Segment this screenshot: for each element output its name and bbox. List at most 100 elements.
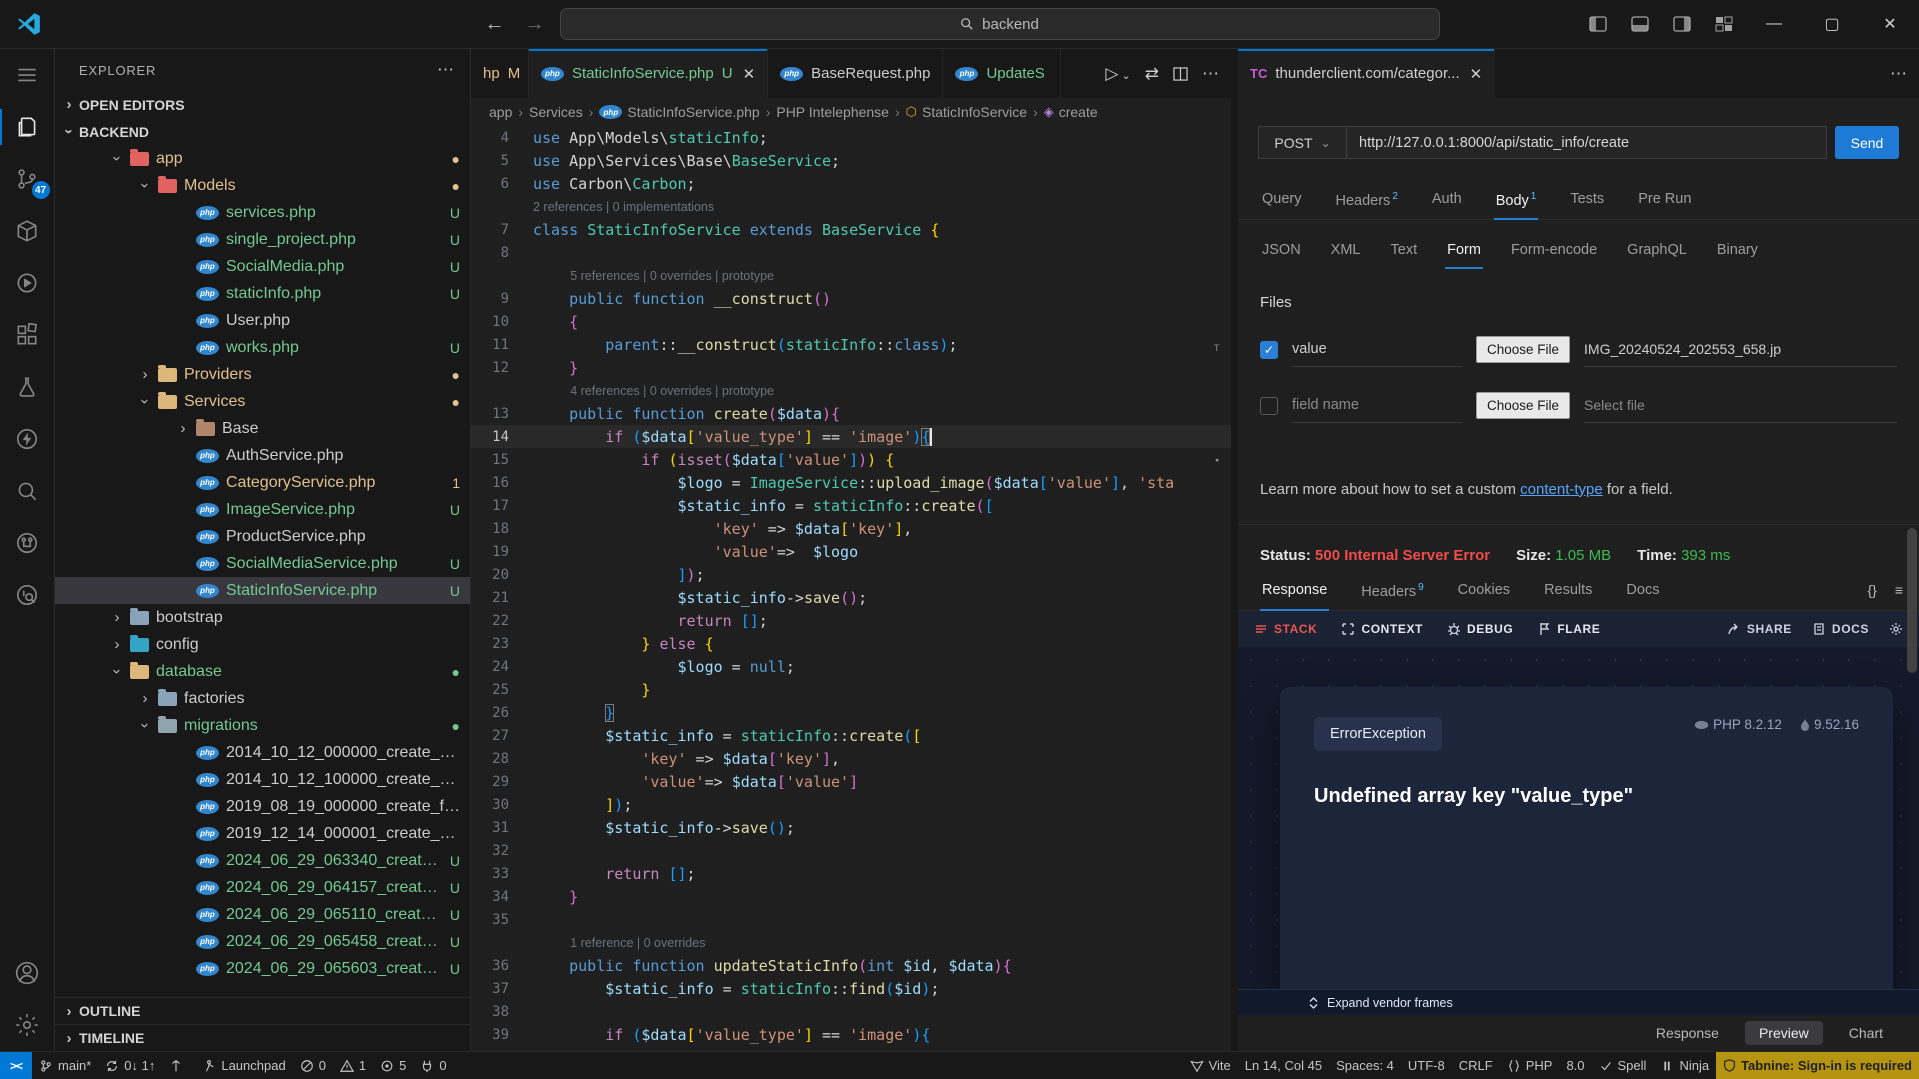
section-project[interactable]: ›BACKEND	[55, 118, 470, 145]
status-remote-><[interactable]: ><	[0, 1052, 32, 1079]
ignition-context[interactable]: CONTEXT	[1341, 622, 1423, 636]
code-line-30[interactable]: 30 ]);	[471, 793, 1231, 816]
ignition-stack[interactable]: STACK	[1254, 622, 1317, 636]
preview-tab-preview[interactable]: Preview	[1745, 1021, 1823, 1045]
section-outline[interactable]: ›OUTLINE	[55, 997, 470, 1024]
tab-updates[interactable]: phpUpdateS	[943, 49, 1061, 98]
code-line-7[interactable]: 7class StaticInfoService extends BaseSer…	[471, 218, 1231, 241]
tab-baserequest-php[interactable]: phpBaseRequest.php	[768, 49, 943, 98]
tree-folder-migrations[interactable]: ›migrations●	[55, 712, 470, 739]
code-line-16[interactable]: 16 $logo = ImageService::upload_image($d…	[471, 471, 1231, 494]
field-name-input[interactable]: field name	[1292, 389, 1462, 423]
tree-folder-app[interactable]: ›app●	[55, 145, 470, 172]
code-line-39[interactable]: 39 if ($data['value_type'] == 'image'){	[471, 1023, 1231, 1046]
ignition-gear-icon[interactable]	[1889, 622, 1903, 636]
status-shield-tabnine[interactable]: Tabnine: Sign-in is required	[1716, 1052, 1919, 1079]
status-branch-main*[interactable]: main*	[32, 1052, 98, 1079]
code-line-5[interactable]: 5use App\Services\Base\BaseService;	[471, 149, 1231, 172]
choose-file-button[interactable]: Choose File	[1476, 336, 1570, 363]
tree-file-single-project-php[interactable]: phpsingle_project.phpU	[55, 226, 470, 253]
code-line-36[interactable]: 36 public function updateStaticInfo(int …	[471, 954, 1231, 977]
breadcrumb-item[interactable]: ⬡StaticInfoService	[906, 104, 1027, 120]
tc-tab-close-icon[interactable]: ✕	[1470, 65, 1483, 83]
ignition-debug[interactable]: DEBUG	[1447, 622, 1513, 636]
ignition-flare[interactable]: FLARE	[1537, 622, 1600, 636]
code-line-29[interactable]: 29 'value'=> $data['value']	[471, 770, 1231, 793]
breadcrumb-item[interactable]: Services	[529, 104, 583, 120]
status-item-utf-8[interactable]: UTF-8	[1401, 1052, 1452, 1079]
code-line-38[interactable]: 38	[471, 1000, 1231, 1023]
code-line-18[interactable]: 18 'key' => $data['key'],	[471, 517, 1231, 540]
tree-file-socialmedia-php[interactable]: phpSocialMedia.phpU	[55, 253, 470, 280]
code-line-17[interactable]: 17 $static_info = staticInfo::create([	[471, 494, 1231, 517]
editor-more-icon[interactable]: ⋯	[1202, 64, 1219, 84]
tree-file-works-php[interactable]: phpworks.phpU	[55, 334, 470, 361]
tree-file-staticinfoservice-php[interactable]: phpStaticInfoService.phpU	[55, 577, 470, 604]
code-line-23[interactable]: 23 } else {	[471, 632, 1231, 655]
req-tab-auth[interactable]: Auth	[1430, 183, 1464, 219]
send-button[interactable]: Send	[1835, 126, 1899, 159]
code-line-28[interactable]: 28 'key' => $data['key'],	[471, 747, 1231, 770]
expand-vendor-frames[interactable]: Expand vendor frames	[1238, 989, 1919, 1015]
preview-tab-response[interactable]: Response	[1656, 1025, 1719, 1041]
tree-folder-models[interactable]: ›Models●	[55, 172, 470, 199]
req-tab-query[interactable]: Query	[1260, 183, 1304, 219]
code-line-26[interactable]: 26 }	[471, 701, 1231, 724]
code-line-22[interactable]: 22 return [];	[471, 609, 1231, 632]
activity-extensions-icon[interactable]	[0, 309, 55, 361]
res-tab-cookies[interactable]: Cookies	[1456, 574, 1512, 610]
tree-folder-bootstrap[interactable]: ›bootstrap	[55, 604, 470, 631]
status-braces-php[interactable]: PHP	[1500, 1052, 1560, 1079]
code-line-4[interactable]: 4use App\Models\staticInfo;	[471, 126, 1231, 149]
activity-thunder-client-icon[interactable]	[0, 413, 55, 465]
req-tab-headers[interactable]: Headers2	[1334, 183, 1400, 219]
activity-package-icon[interactable]	[0, 205, 55, 257]
tree-folder-providers[interactable]: ›Providers●	[55, 361, 470, 388]
code-line-10[interactable]: 10 {	[471, 310, 1231, 333]
tree-file-2014-10-12-100000-create-password-res-[interactable]: php2014_10_12_100000_create_password_res…	[55, 766, 470, 793]
split-editor-icon[interactable]	[1173, 67, 1188, 81]
activity-beaker-icon[interactable]	[0, 361, 55, 413]
activity-menu-icon[interactable]	[0, 49, 55, 101]
status-item-crlf[interactable]: CRLF	[1452, 1052, 1500, 1079]
code-line-25[interactable]: 25 }	[471, 678, 1231, 701]
tab-staticinfoservice-php[interactable]: phpStaticInfoService.phpU✕	[529, 49, 768, 98]
body-tab-form[interactable]: Form	[1445, 234, 1483, 268]
req-tab-body[interactable]: Body1	[1494, 183, 1539, 219]
code-inlay-hint[interactable]: 5 references | 0 overrides | prototype	[471, 264, 1231, 287]
tree-file-2024-06-29-065458-create-infos-ta-[interactable]: php2024_06_29_065458_create_infos_ta...U	[55, 928, 470, 955]
menu-icon[interactable]: ≡	[1895, 582, 1903, 598]
code-line-6[interactable]: 6use Carbon\Carbon;	[471, 172, 1231, 195]
code-line-33[interactable]: 33 return [];	[471, 862, 1231, 885]
code-line-8[interactable]: 8	[471, 241, 1231, 264]
body-tab-binary[interactable]: Binary	[1715, 234, 1760, 268]
body-tab-xml[interactable]: XML	[1329, 234, 1363, 268]
code-line-13[interactable]: 13 public function create($data){	[471, 402, 1231, 425]
status-check-spell[interactable]: Spell	[1592, 1052, 1654, 1079]
tree-file-2024-06-29-063340-create-soical-m-[interactable]: php2024_06_29_063340_create_soical_m...U	[55, 847, 470, 874]
activity-account-icon[interactable]	[0, 947, 55, 999]
file-value[interactable]: IMG_20240524_202553_658.jp	[1584, 333, 1897, 367]
status-item-ln[interactable]: Ln 14, Col 45	[1238, 1052, 1329, 1079]
section-open-editors[interactable]: ›OPEN EDITORS	[55, 91, 470, 118]
activity-settings-icon[interactable]	[0, 999, 55, 1051]
tab-close-icon[interactable]: ✕	[743, 65, 756, 83]
code-line-14[interactable]: 14 if ($data['value_type'] == 'image'){	[471, 425, 1231, 448]
status-warning-1[interactable]: 1	[333, 1052, 373, 1079]
format-icon[interactable]: {}	[1867, 582, 1876, 598]
tree-file-services-php[interactable]: phpservices.phpU	[55, 199, 470, 226]
status-plug-0[interactable]: 0	[413, 1052, 453, 1079]
code-line-20[interactable]: 20 ]);	[471, 563, 1231, 586]
compare-changes-icon[interactable]: ⇄	[1145, 64, 1159, 84]
activity-search-icon[interactable]	[0, 465, 55, 517]
code-line-21[interactable]: 21 $static_info->save();	[471, 586, 1231, 609]
status-run-person-launchpad[interactable]: Launchpad	[195, 1052, 292, 1079]
body-tab-text[interactable]: Text	[1389, 234, 1420, 268]
tree-file-socialmediaservice-php[interactable]: phpSocialMediaService.phpU	[55, 550, 470, 577]
tree-folder-factories[interactable]: ›factories	[55, 685, 470, 712]
tree-file-2019-12-14-000001-create-personal-acc-[interactable]: php2019_12_14_000001_create_personal_acc…	[55, 820, 470, 847]
body-tab-form-encode[interactable]: Form-encode	[1509, 234, 1599, 268]
status-error-0[interactable]: 0	[293, 1052, 333, 1079]
status-fork[interactable]	[162, 1052, 195, 1079]
code-line-31[interactable]: 31 $static_info->save();	[471, 816, 1231, 839]
